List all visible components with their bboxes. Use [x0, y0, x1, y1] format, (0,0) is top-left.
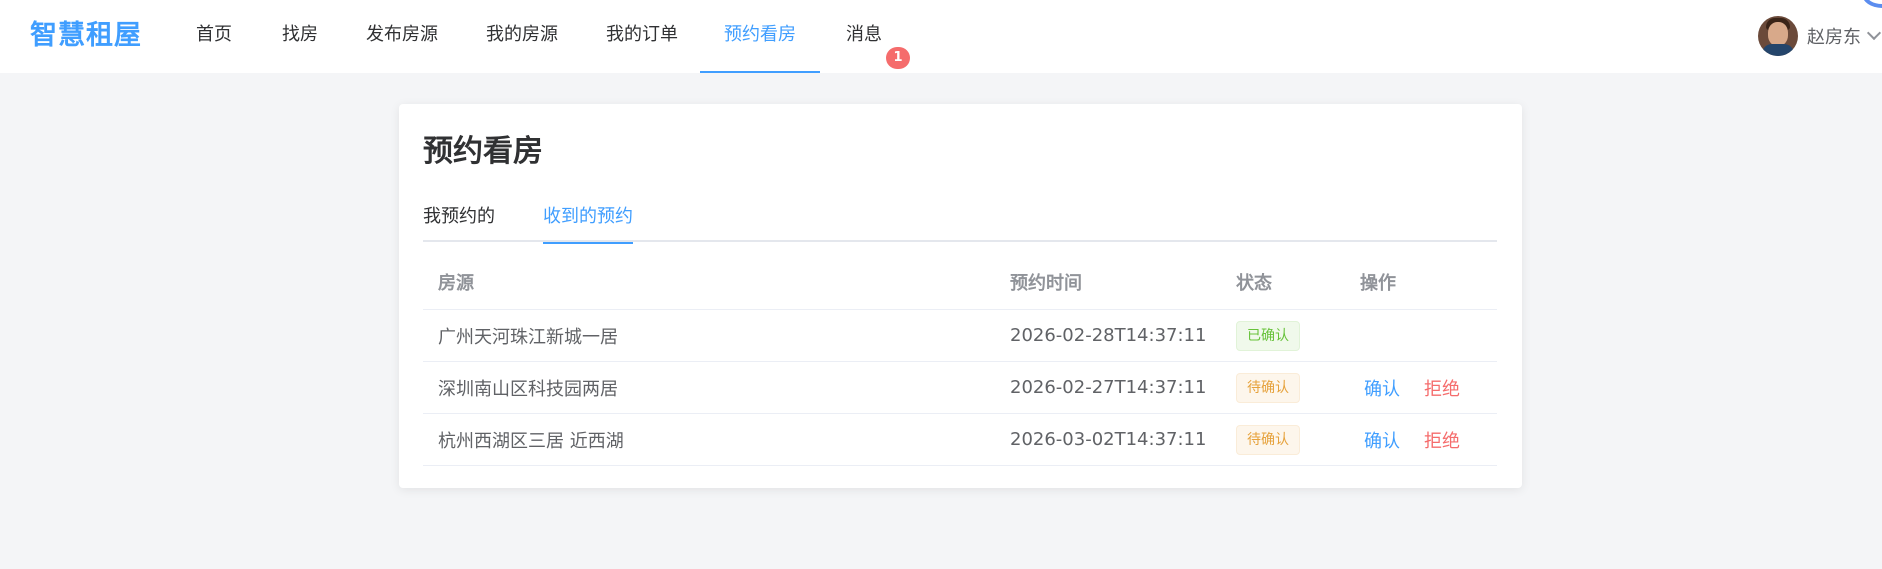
tab-my-appointments[interactable]: 我预约的 — [423, 196, 495, 242]
confirm-button[interactable]: 确认 — [1364, 375, 1400, 401]
appointment-time: 2026-02-28T14:37:11 — [1010, 325, 1207, 346]
status-badge: 待确认 — [1236, 424, 1300, 455]
house-name: 广州天河珠江新城一居 — [438, 326, 618, 348]
status-cell: 待确认 — [1236, 362, 1300, 413]
status-cell: 待确认 — [1236, 414, 1300, 465]
browser-extension-icon[interactable] — [1862, 0, 1882, 8]
table-row: 杭州西湖区三居 近西湖 2026-03-02T14:37:11 待确认 确认 拒… — [423, 414, 1497, 466]
house-name: 杭州西湖区三居 近西湖 — [438, 430, 624, 452]
table-header: 房源 预约时间 状态 操作 — [423, 254, 1497, 310]
column-header-status: 状态 — [1236, 272, 1272, 294]
active-tab-indicator — [543, 242, 633, 244]
column-header-actions: 操作 — [1360, 272, 1396, 294]
appointments-card: 预约看房 我预约的 收到的预约 房源 预约时间 状态 操作 广州天河珠江新城一居… — [399, 104, 1522, 488]
column-header-time: 预约时间 — [1010, 272, 1082, 294]
status-cell: 已确认 — [1236, 310, 1300, 361]
status-badge: 待确认 — [1236, 372, 1300, 403]
user-menu[interactable]: 赵房东 — [1758, 16, 1882, 56]
nav-item-viewing-appointments[interactable]: 预约看房 — [700, 0, 820, 73]
user-avatar[interactable] — [1758, 16, 1798, 56]
table-row: 广州天河珠江新城一居 2026-02-28T14:37:11 已确认 — [423, 310, 1497, 362]
top-navbar: 智慧租屋 首页 找房 发布房源 我的房源 我的订单 预约看房 消息 1 赵房东 — [0, 0, 1882, 73]
appointment-time: 2026-03-02T14:37:11 — [1010, 429, 1207, 450]
appointment-tabs: 我预约的 收到的预约 — [423, 196, 1497, 244]
nav-item-publish-listing[interactable]: 发布房源 — [364, 0, 440, 73]
nav-item-find-house[interactable]: 找房 — [280, 0, 320, 73]
appointment-time: 2026-02-27T14:37:11 — [1010, 377, 1207, 398]
confirm-button[interactable]: 确认 — [1364, 427, 1400, 453]
nav-item-my-listings[interactable]: 我的房源 — [484, 0, 560, 73]
actions-cell: 确认 拒绝 — [1360, 414, 1480, 465]
nav-item-home[interactable]: 首页 — [194, 0, 234, 73]
app-logo[interactable]: 智慧租屋 — [30, 18, 142, 54]
table-row: 深圳南山区科技园两居 2026-02-27T14:37:11 待确认 确认 拒绝 — [423, 362, 1497, 414]
status-badge: 已确认 — [1236, 320, 1300, 351]
nav-item-my-orders[interactable]: 我的订单 — [604, 0, 680, 73]
house-name: 深圳南山区科技园两居 — [438, 378, 618, 400]
column-header-house: 房源 — [438, 272, 474, 294]
appointments-table: 房源 预约时间 状态 操作 广州天河珠江新城一居 2026-02-28T14:3… — [423, 254, 1497, 466]
actions-cell: 确认 拒绝 — [1360, 362, 1480, 413]
nav-item-messages[interactable]: 消息 — [844, 0, 884, 73]
username-label[interactable]: 赵房东 — [1807, 23, 1861, 49]
message-count-badge: 1 — [886, 47, 910, 69]
tab-received-appointments[interactable]: 收到的预约 — [543, 196, 633, 244]
page-title: 预约看房 — [423, 134, 543, 169]
reject-button[interactable]: 拒绝 — [1424, 427, 1460, 453]
active-nav-indicator — [700, 71, 820, 73]
reject-button[interactable]: 拒绝 — [1424, 375, 1460, 401]
chevron-down-icon[interactable] — [1866, 25, 1882, 41]
